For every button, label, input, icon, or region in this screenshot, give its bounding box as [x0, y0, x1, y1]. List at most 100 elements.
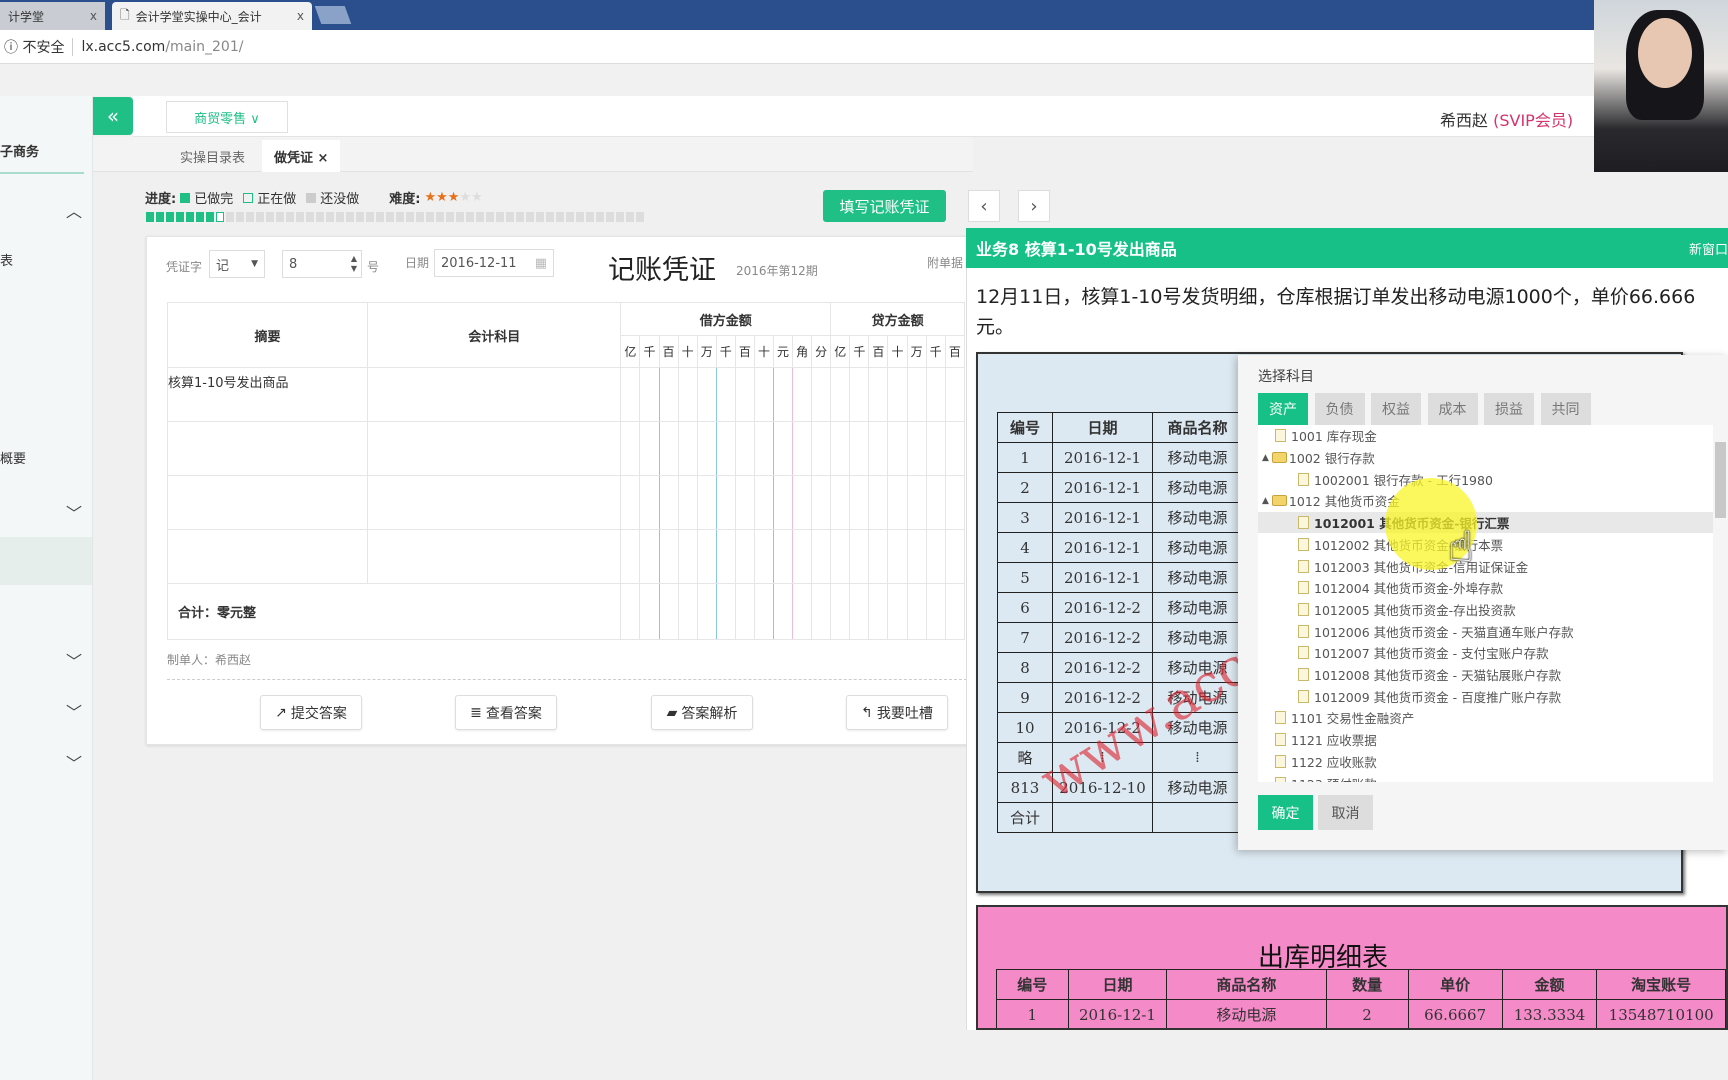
amount-digit-cell[interactable] [944, 367, 965, 422]
amount-digit-cell[interactable] [639, 475, 660, 530]
amount-digit-cell[interactable] [753, 421, 774, 476]
amount-digit-cell[interactable] [792, 475, 813, 530]
date-input[interactable]: 2016-12-11 ▦ [434, 249, 554, 277]
tree-item[interactable]: 1123 预付账款 [1258, 772, 1713, 782]
chevron-down-icon[interactable]: ﹀ [66, 648, 82, 672]
amount-digit-cell[interactable] [811, 367, 832, 422]
amount-digit-cell[interactable] [620, 475, 641, 530]
tree-item[interactable]: 1012004 其他货币资金-外埠存款 [1258, 577, 1713, 599]
amount-digit-cell[interactable] [811, 421, 832, 476]
amount-digit-cell[interactable] [620, 421, 641, 476]
action-button[interactable]: ↗ 提交答案 [260, 695, 362, 730]
amount-digit-cell[interactable] [734, 367, 755, 422]
amount-digit-cell[interactable] [639, 367, 660, 422]
tree-item[interactable]: 1012006 其他货币资金 - 天猫直通车账户存款 [1258, 620, 1713, 642]
amount-digit-cell[interactable] [658, 421, 679, 476]
tree-item[interactable]: ▲ 1012 其他货币资金 [1258, 490, 1713, 512]
amount-digit-cell[interactable] [849, 421, 870, 476]
action-button[interactable]: ▰ 答案解析 [651, 695, 753, 730]
tree-item[interactable]: ▲ 1002 银行存款 [1258, 447, 1713, 469]
sidebar-section[interactable]: 子商务 [0, 141, 39, 160]
action-button[interactable]: ≣ 查看答案 [455, 695, 557, 730]
calendar-icon[interactable]: ▦ [535, 256, 547, 271]
amount-digit-cell[interactable] [715, 421, 736, 476]
amount-digit-cell[interactable] [925, 475, 946, 530]
amount-digit-cell[interactable] [753, 367, 774, 422]
amount-digit-cell[interactable] [734, 529, 755, 584]
amount-digit-cell[interactable] [906, 367, 927, 422]
new-window-link[interactable]: 新窗口 [1689, 239, 1728, 258]
chevron-down-icon[interactable]: ﹀ [66, 750, 82, 774]
tree-item[interactable]: 1101 交易性金融资产 [1258, 707, 1713, 729]
amount-digit-cell[interactable] [715, 367, 736, 422]
tree-item[interactable]: 1012008 其他货币资金 - 天猫钻展账户存款 [1258, 664, 1713, 686]
category-tab[interactable]: 共同 [1540, 393, 1591, 425]
summary-cell[interactable] [167, 529, 369, 584]
amount-digit-cell[interactable] [677, 421, 698, 476]
amount-digit-cell[interactable] [906, 529, 927, 584]
fill-voucher-button[interactable]: 填写记账凭证 [823, 190, 946, 222]
collapse-sidebar-button[interactable]: « [93, 97, 133, 135]
amount-digit-cell[interactable] [887, 421, 908, 476]
summary-cell[interactable] [167, 421, 369, 476]
amount-digit-cell[interactable] [925, 529, 946, 584]
amount-digit-cell[interactable] [792, 421, 813, 476]
amount-digit-cell[interactable] [753, 529, 774, 584]
amount-digit-cell[interactable] [811, 475, 832, 530]
address-bar[interactable]: ⓘ 不安全 lx.acc5.com/main_201/ [0, 30, 1728, 64]
amount-digit-cell[interactable] [887, 529, 908, 584]
amount-digit-cell[interactable] [906, 475, 927, 530]
tree-item[interactable]: 1012007 其他货币资金 - 支付宝账户存款 [1258, 642, 1713, 664]
chevron-down-icon[interactable]: ﹀ [66, 699, 82, 723]
category-tab[interactable]: 成本 [1427, 393, 1478, 425]
amount-digit-cell[interactable] [658, 529, 679, 584]
chevron-down-icon[interactable]: ﹀ [66, 500, 82, 524]
amount-digit-cell[interactable] [715, 529, 736, 584]
summary-cell[interactable]: 核算1-10号发出商品 [167, 367, 369, 422]
close-icon[interactable]: x [297, 9, 304, 23]
account-cell[interactable] [367, 421, 622, 476]
category-tab[interactable]: 资产 [1258, 393, 1308, 425]
amount-digit-cell[interactable] [734, 421, 755, 476]
amount-digit-cell[interactable] [811, 529, 832, 584]
action-button[interactable]: ↰ 我要吐槽 [846, 695, 948, 730]
amount-digit-cell[interactable] [925, 421, 946, 476]
amount-digit-cell[interactable] [677, 475, 698, 530]
amount-digit-cell[interactable] [925, 367, 946, 422]
amount-digit-cell[interactable] [849, 475, 870, 530]
amount-digit-cell[interactable] [696, 475, 717, 530]
sidebar-item-selected[interactable] [0, 537, 92, 585]
cancel-button[interactable]: 取消 [1318, 795, 1373, 830]
tree-item[interactable]: 1012009 其他货币资金 - 百度推广账户存款 [1258, 685, 1713, 707]
amount-digit-cell[interactable] [753, 475, 774, 530]
tree-item[interactable]: 1002001 银行存款 - 工行1980 [1258, 468, 1713, 490]
category-tab[interactable]: 损益 [1484, 393, 1534, 425]
summary-cell[interactable] [167, 475, 369, 530]
industry-dropdown[interactable]: 商贸零售 ∨ [166, 101, 288, 133]
sidebar-item[interactable]: 概要 [0, 448, 26, 467]
tree-item[interactable]: 1012005 其他货币资金-存出投资款 [1258, 599, 1713, 621]
account-cell[interactable] [367, 367, 622, 422]
prev-button[interactable]: ‹ [968, 190, 1000, 222]
amount-digit-cell[interactable] [696, 529, 717, 584]
amount-digit-cell[interactable] [696, 367, 717, 422]
amount-digit-cell[interactable] [849, 367, 870, 422]
amount-digit-cell[interactable] [868, 529, 889, 584]
amount-digit-cell[interactable] [620, 529, 641, 584]
amount-digit-cell[interactable] [715, 475, 736, 530]
amount-digit-cell[interactable] [677, 529, 698, 584]
amount-digit-cell[interactable] [868, 367, 889, 422]
expand-arrow-icon[interactable]: ▲ [1262, 496, 1269, 506]
account-cell[interactable] [367, 529, 622, 584]
amount-digit-cell[interactable] [887, 475, 908, 530]
scrollbar-thumb[interactable] [1715, 442, 1726, 518]
amount-digit-cell[interactable] [639, 529, 660, 584]
amount-digit-cell[interactable] [772, 421, 794, 476]
amount-digit-cell[interactable] [868, 475, 889, 530]
amount-digit-cell[interactable] [658, 367, 679, 422]
user-info[interactable]: 希西赵 (SVIP会员) [1440, 107, 1573, 131]
amount-digit-cell[interactable] [639, 421, 660, 476]
sidebar-item[interactable]: 表 [0, 250, 13, 269]
amount-digit-cell[interactable] [792, 529, 813, 584]
amount-digit-cell[interactable] [620, 367, 641, 422]
